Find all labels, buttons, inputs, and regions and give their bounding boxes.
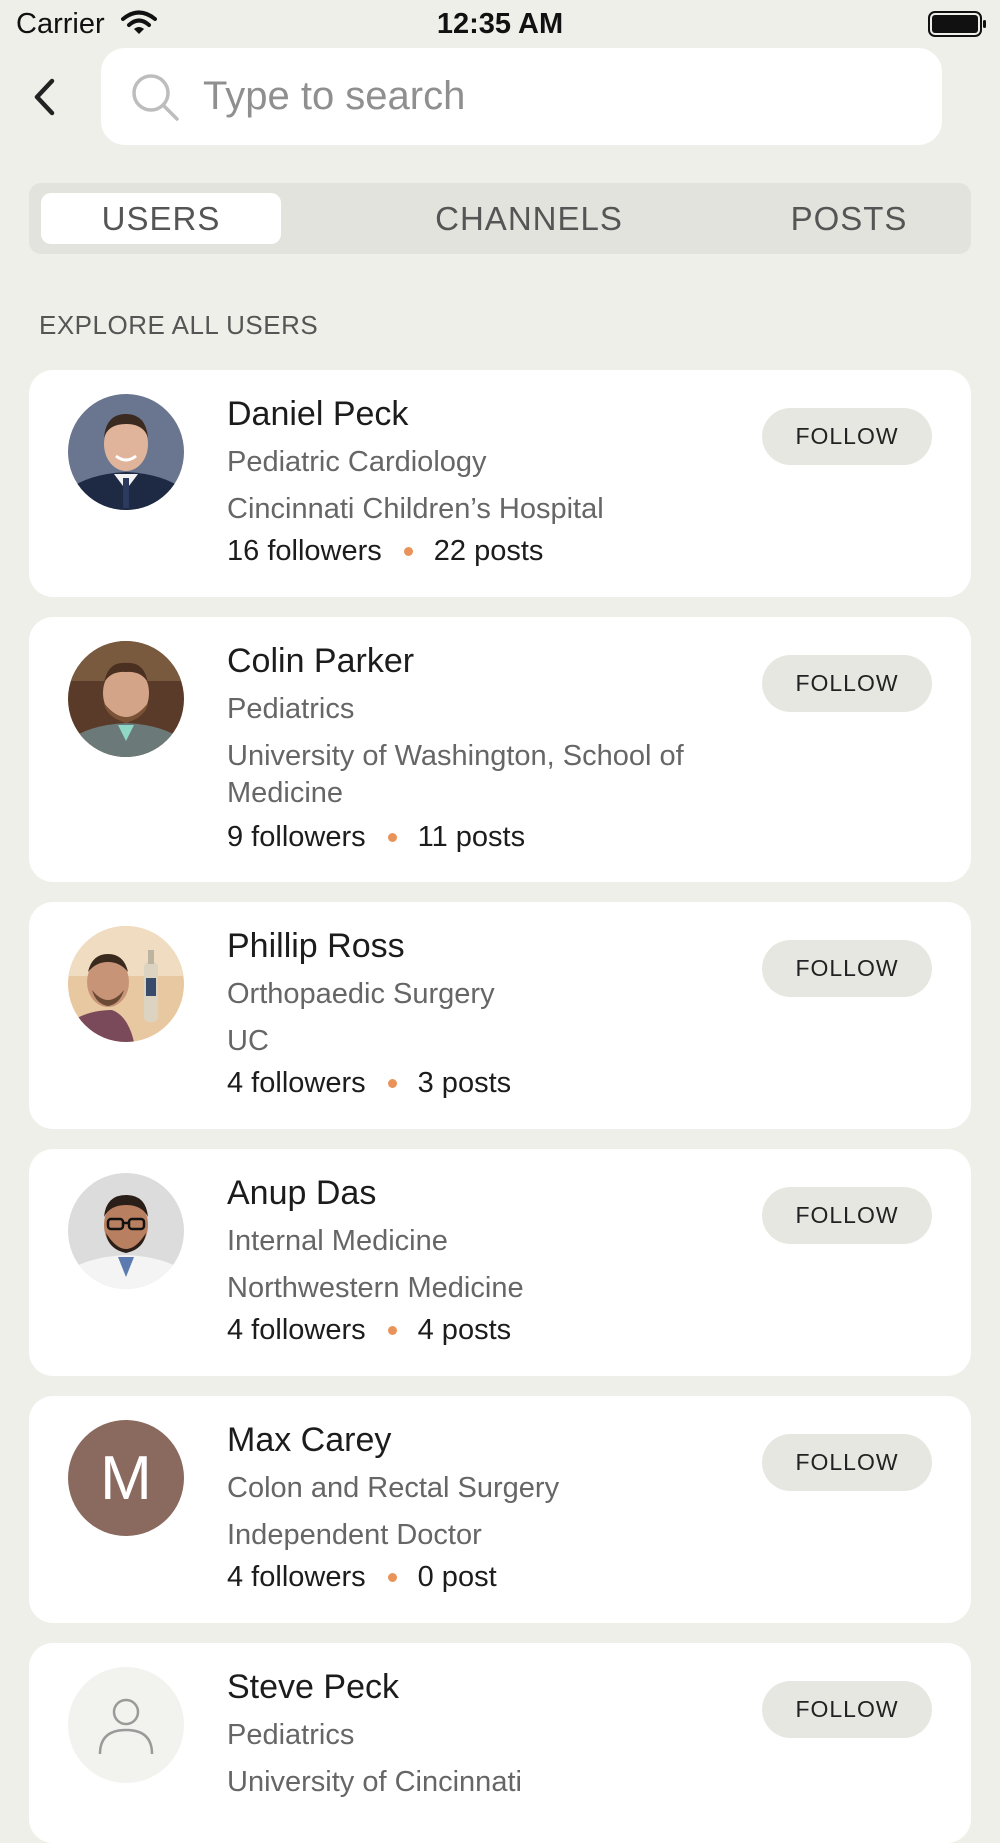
avatar — [68, 1667, 184, 1783]
person-placeholder-icon — [68, 1667, 184, 1783]
user-name[interactable]: Daniel Peck — [227, 395, 408, 434]
separator-dot-icon — [387, 833, 397, 842]
follow-button[interactable]: FOLLOW — [762, 408, 932, 465]
posts-count: 11 posts — [417, 821, 526, 853]
avatar — [68, 1173, 184, 1289]
search-input[interactable] — [201, 73, 905, 120]
followers-count: 4 followers — [227, 1561, 366, 1593]
avatar-initial: M — [68, 1420, 184, 1536]
user-organization: University of Cincinnati — [227, 1766, 522, 1798]
user-name[interactable]: Anup Das — [227, 1174, 376, 1213]
follow-button[interactable]: FOLLOW — [762, 940, 932, 997]
separator-dot-icon — [387, 1079, 397, 1088]
clock: 12:35 AM — [436, 8, 564, 40]
user-name[interactable]: Max Carey — [227, 1421, 391, 1460]
user-card[interactable]: M Max Carey Colon and Rectal Surgery Ind… — [29, 1396, 971, 1623]
user-organization: Independent Doctor — [227, 1519, 482, 1551]
back-button[interactable] — [24, 74, 64, 120]
user-name[interactable]: Steve Peck — [227, 1668, 399, 1707]
user-name[interactable]: Colin Parker — [227, 642, 414, 681]
separator-dot-icon — [387, 1573, 397, 1582]
tab-posts[interactable]: POSTS — [749, 193, 949, 244]
posts-count: 22 posts — [433, 535, 544, 567]
user-card[interactable]: Steve Peck Pediatrics University of Cinc… — [29, 1643, 971, 1843]
search-icon — [129, 71, 181, 123]
user-stats: 16 followers 22 posts — [227, 535, 543, 568]
user-specialty: Pediatrics — [227, 693, 355, 725]
tab-users[interactable]: USERS — [41, 193, 281, 244]
separator-dot-icon — [387, 1326, 397, 1335]
followers-count: 4 followers — [227, 1314, 366, 1346]
user-specialty: Orthopaedic Surgery — [227, 978, 495, 1010]
avatar: M — [68, 1420, 184, 1536]
user-card[interactable]: Daniel Peck Pediatric Cardiology Cincinn… — [29, 370, 971, 597]
avatar — [68, 926, 184, 1042]
user-stats: 4 followers 4 posts — [227, 1314, 511, 1347]
posts-count: 4 posts — [417, 1314, 512, 1346]
user-specialty: Pediatrics — [227, 1719, 355, 1751]
user-stats: 4 followers 3 posts — [227, 1067, 511, 1100]
search-bar[interactable] — [101, 48, 942, 145]
avatar — [68, 394, 184, 510]
section-title: EXPLORE ALL USERS — [39, 310, 319, 340]
user-specialty: Internal Medicine — [227, 1225, 448, 1257]
user-organization: UC — [227, 1025, 269, 1057]
user-name[interactable]: Phillip Ross — [227, 927, 405, 966]
user-card[interactable]: Colin Parker Pediatrics University of Wa… — [29, 617, 971, 882]
battery-icon — [928, 11, 988, 42]
user-specialty: Colon and Rectal Surgery — [227, 1472, 560, 1504]
user-organization: Northwestern Medicine — [227, 1272, 524, 1304]
user-organization: University of Washington, School of Medi… — [227, 740, 684, 809]
follow-button[interactable]: FOLLOW — [762, 1681, 932, 1738]
follow-button[interactable]: FOLLOW — [762, 655, 932, 712]
user-stats: 9 followers 11 posts — [227, 821, 525, 854]
user-card[interactable]: Phillip Ross Orthopaedic Surgery UC 4 fo… — [29, 902, 971, 1129]
user-specialty: Pediatric Cardiology — [227, 446, 487, 478]
user-organization: Cincinnati Children’s Hospital — [227, 493, 604, 525]
tab-channels[interactable]: CHANNELS — [359, 193, 699, 244]
separator-dot-icon — [403, 547, 413, 556]
posts-count: 3 posts — [417, 1067, 512, 1099]
posts-count: 0 post — [417, 1561, 497, 1593]
user-stats: 4 followers 0 post — [227, 1561, 497, 1594]
follow-button[interactable]: FOLLOW — [762, 1187, 932, 1244]
followers-count: 9 followers — [227, 821, 366, 853]
follow-button[interactable]: FOLLOW — [762, 1434, 932, 1491]
avatar — [68, 641, 184, 757]
user-card[interactable]: Anup Das Internal Medicine Northwestern … — [29, 1149, 971, 1376]
chevron-left-icon — [34, 78, 55, 116]
status-bar: Carrier 12:35 AM — [0, 0, 1000, 48]
followers-count: 16 followers — [227, 535, 382, 567]
followers-count: 4 followers — [227, 1067, 366, 1099]
segmented-tabs: USERS CHANNELS POSTS — [29, 183, 971, 254]
